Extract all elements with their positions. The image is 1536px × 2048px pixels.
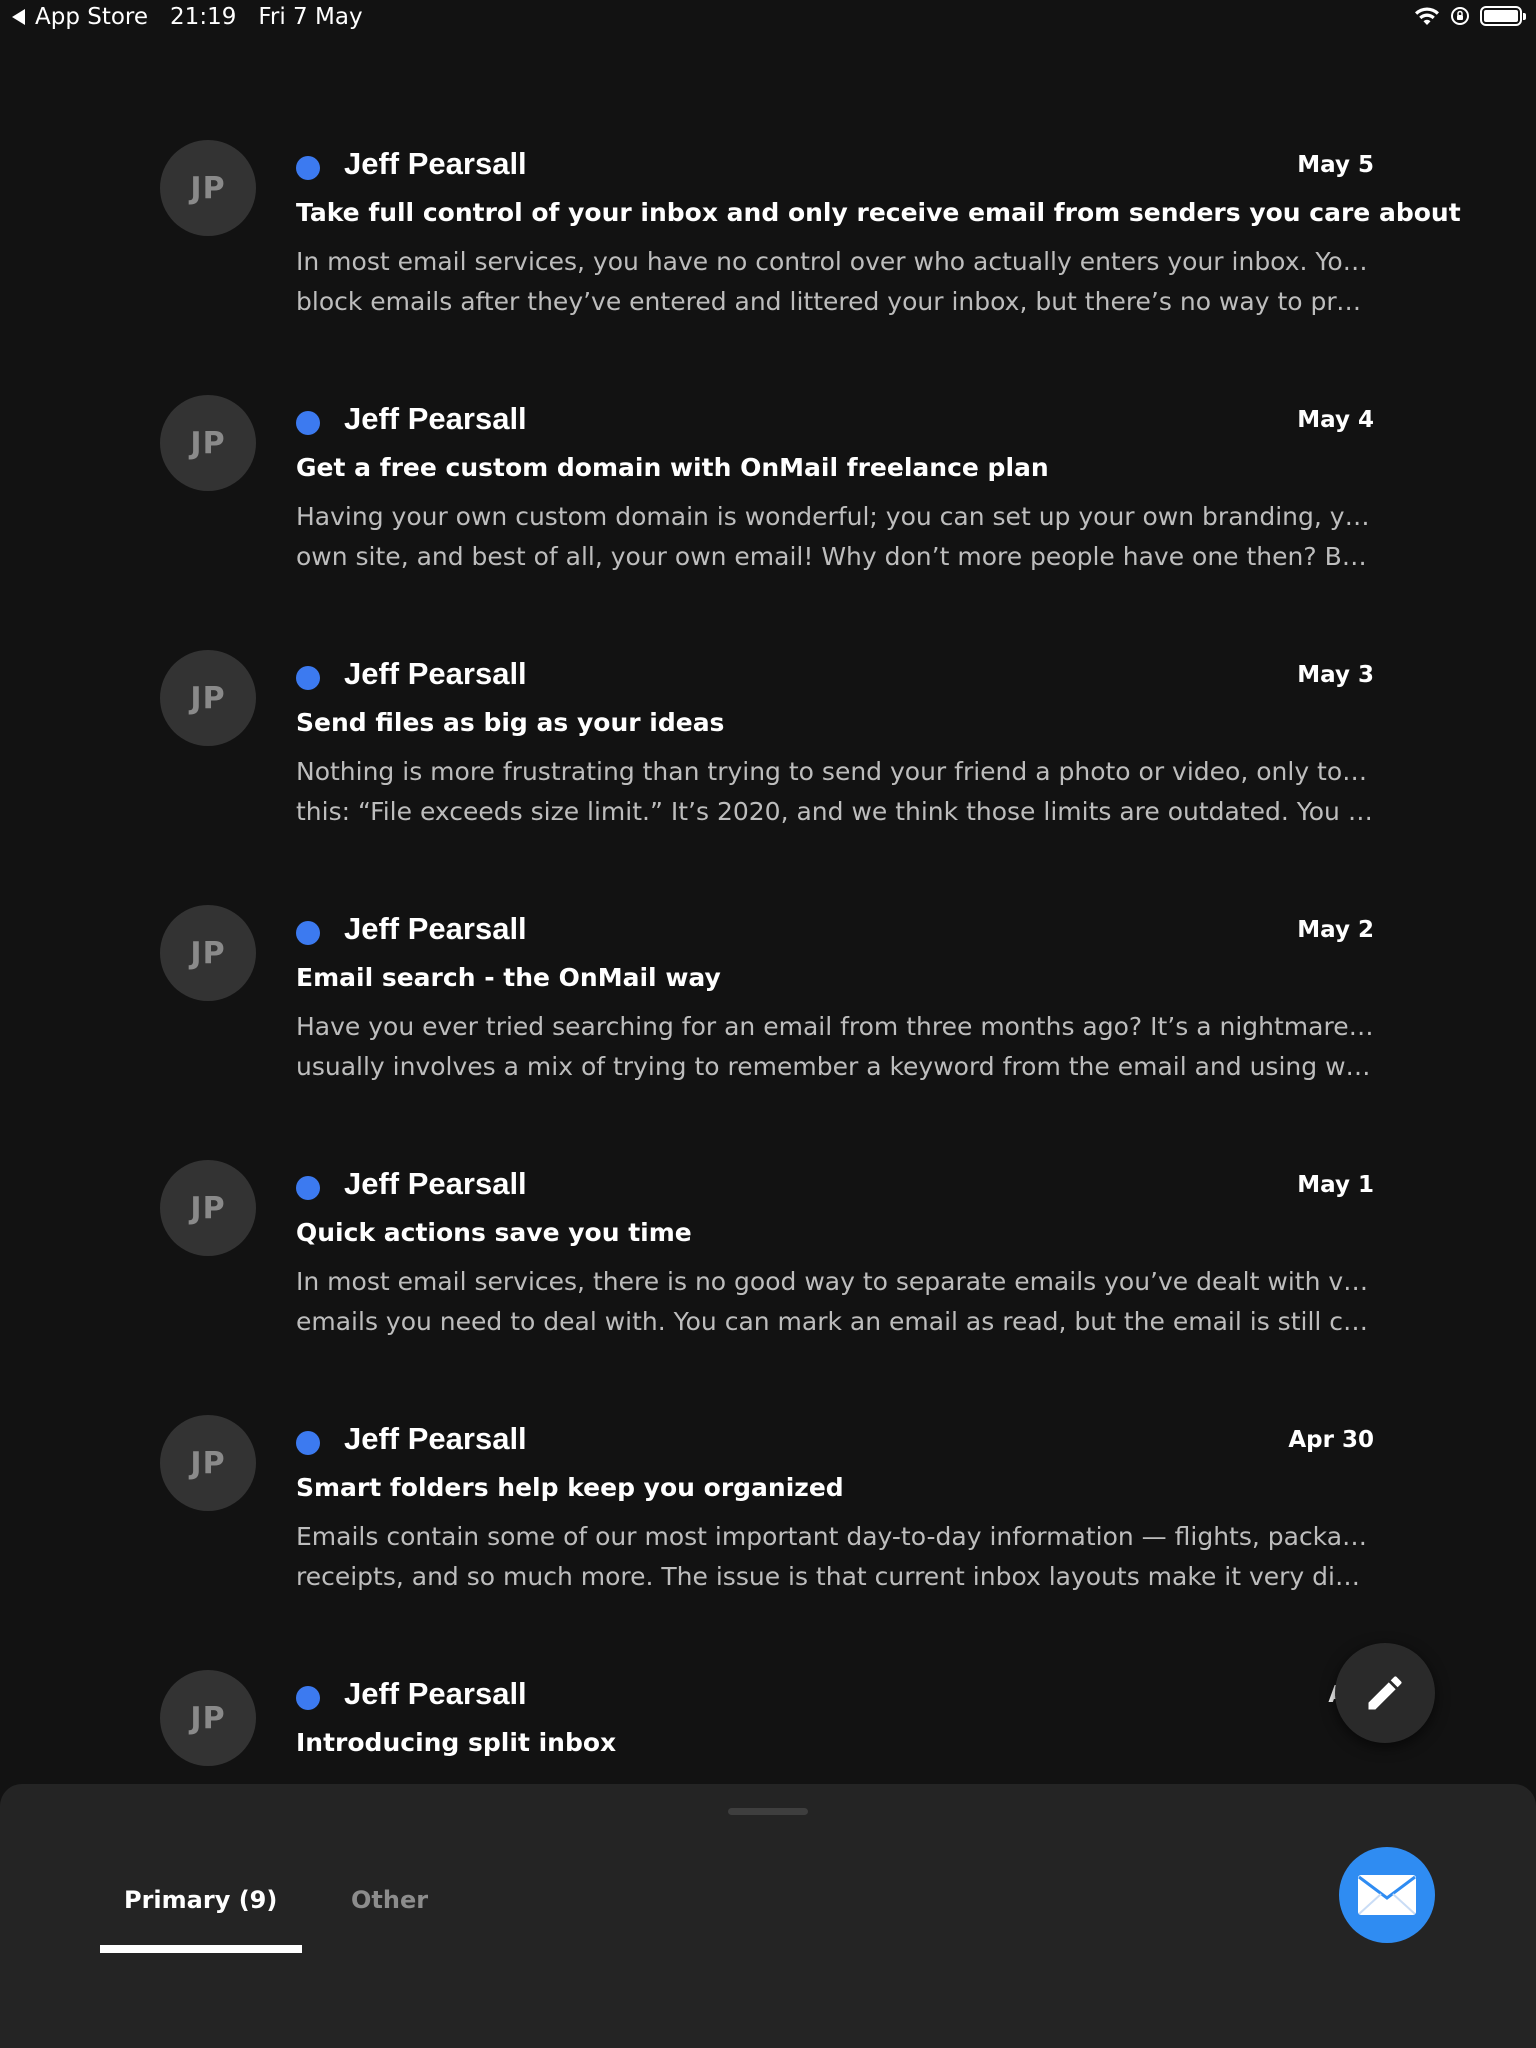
- avatar: JP: [160, 1415, 256, 1511]
- sender-name: Jeff Pearsall: [344, 911, 527, 946]
- sender-name: Jeff Pearsall: [344, 1166, 527, 1201]
- mail-preview-line: emails you need to deal with. You can ma…: [296, 1307, 1374, 1336]
- mail-subject: Send files as big as your ideas: [296, 708, 725, 737]
- mail-preview: Emails contain some of our most importan…: [296, 1517, 1374, 1597]
- mail-list-item[interactable]: JP Jeff Pearsall May 5 Take full control…: [0, 140, 1536, 395]
- unread-dot-icon: [296, 1176, 320, 1200]
- mail-date: May 4: [1297, 407, 1374, 433]
- bottom-sheet: Primary (9) Other: [0, 1784, 1536, 2048]
- unread-dot-icon: [296, 156, 320, 180]
- mail-preview-line: receipts, and so much more. The issue is…: [296, 1562, 1374, 1591]
- tab-primary[interactable]: Primary (9): [124, 1886, 277, 1914]
- battery-icon: [1480, 6, 1526, 26]
- envelope-icon: [1358, 1875, 1416, 1915]
- status-indicators: [1414, 6, 1526, 26]
- mail-preview-line: usually involves a mix of trying to reme…: [296, 1052, 1374, 1081]
- mail-date: May 1: [1297, 1172, 1374, 1198]
- battery-level: [1484, 10, 1518, 22]
- mail-subject: Smart folders help keep you organized: [296, 1473, 844, 1502]
- avatar: JP: [160, 140, 256, 236]
- mail-preview: Nothing is more frustrating than trying …: [296, 752, 1374, 832]
- status-time: 21:19: [170, 4, 237, 30]
- mail-date: May 5: [1297, 152, 1374, 178]
- mail-subject: Get a free custom domain with OnMail fre…: [296, 453, 1049, 482]
- compose-button[interactable]: [1335, 1643, 1435, 1743]
- unread-dot-icon: [296, 1686, 320, 1710]
- mail-preview-line: Having your own custom domain is wonderf…: [296, 502, 1374, 531]
- mail-list-item[interactable]: JP Jeff Pearsall May 3 Send files as big…: [0, 650, 1536, 905]
- mail-preview: Having your own custom domain is wonderf…: [296, 497, 1374, 577]
- mail-preview-line: Emails contain some of our most importan…: [296, 1522, 1374, 1551]
- avatar: JP: [160, 650, 256, 746]
- sender-name: Jeff Pearsall: [344, 1676, 527, 1711]
- sender-name: Jeff Pearsall: [344, 656, 527, 691]
- mail-preview-line: Nothing is more frustrating than trying …: [296, 757, 1374, 786]
- back-to-app-store[interactable]: App Store 21:19 Fri 7 May: [12, 4, 363, 30]
- wifi-icon: [1415, 7, 1439, 25]
- sheet-grabber[interactable]: [728, 1808, 808, 1815]
- mail-preview: In most email services, you have no cont…: [296, 242, 1374, 322]
- mail-preview-line: own site, and best of all, your own emai…: [296, 542, 1374, 571]
- unread-dot-icon: [296, 921, 320, 945]
- sender-name: Jeff Pearsall: [344, 146, 527, 181]
- sender-name: Jeff Pearsall: [344, 401, 527, 436]
- mail-preview-line: block emails after they’ve entered and l…: [296, 287, 1374, 316]
- back-app-label: App Store: [35, 4, 149, 30]
- mail-preview: In most email services, there is no good…: [296, 1262, 1374, 1342]
- avatar: JP: [160, 395, 256, 491]
- avatar: JP: [160, 905, 256, 1001]
- mail-preview-line: this: “File exceeds size limit.” It’s 20…: [296, 797, 1374, 826]
- tab-other[interactable]: Other: [351, 1886, 428, 1914]
- mail-list-item[interactable]: JP Jeff Pearsall Apr 30 Smart folders he…: [0, 1415, 1536, 1670]
- unread-dot-icon: [296, 666, 320, 690]
- mail-list-item[interactable]: JP Jeff Pearsall May 4 Get a free custom…: [0, 395, 1536, 650]
- unread-dot-icon: [296, 1431, 320, 1455]
- mail-date: Apr 30: [1288, 1427, 1374, 1453]
- mail-date: May 3: [1297, 662, 1374, 688]
- status-date: Fri 7 May: [258, 4, 363, 30]
- mail-preview: Have you ever tried searching for an ema…: [296, 1007, 1374, 1087]
- active-tab-indicator: [100, 1945, 302, 1953]
- mail-subject: Email search - the OnMail way: [296, 963, 721, 992]
- mail-subject: Introducing split inbox: [296, 1728, 617, 1757]
- avatar: JP: [160, 1670, 256, 1766]
- avatar: JP: [160, 1160, 256, 1256]
- sender-name: Jeff Pearsall: [344, 1421, 527, 1456]
- mail-list-item[interactable]: JP Jeff Pearsall May 2 Email search - th…: [0, 905, 1536, 1160]
- mail-preview-line: Have you ever tried searching for an ema…: [296, 1012, 1374, 1041]
- mail-subject: Quick actions save you time: [296, 1218, 692, 1247]
- app-screen: App Store 21:19 Fri 7 May JP Jeff Pearsa…: [0, 0, 1536, 2048]
- mail-preview-line: In most email services, you have no cont…: [296, 247, 1374, 276]
- mail-list-item[interactable]: JP Jeff Pearsall May 1 Quick actions sav…: [0, 1160, 1536, 1415]
- unread-dot-icon: [296, 411, 320, 435]
- mail-subject: Take full control of your inbox and only…: [296, 198, 1461, 227]
- mailbox-button[interactable]: [1339, 1847, 1435, 1943]
- rotation-lock-icon: [1451, 7, 1469, 25]
- pencil-icon: [1368, 1676, 1402, 1710]
- back-arrow-icon: [12, 9, 25, 25]
- status-bar: App Store 21:19 Fri 7 May: [0, 0, 1536, 40]
- mail-preview-line: In most email services, there is no good…: [296, 1267, 1374, 1296]
- mail-date: May 2: [1297, 917, 1374, 943]
